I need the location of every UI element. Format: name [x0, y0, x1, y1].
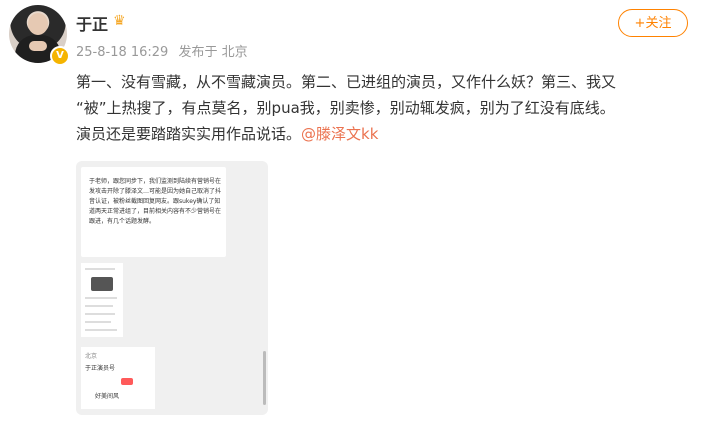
comment-snippet: 北京 于正演员号 好美间风 [81, 347, 155, 409]
verified-v-icon: V [50, 46, 70, 66]
post-time[interactable]: 25-8-18 16:29 [76, 45, 168, 60]
username[interactable]: 于正 [76, 11, 108, 35]
follow-button[interactable]: +关注 [618, 9, 688, 37]
post-text-line: 第一、没有雪藏，从不雪藏演员。第二、已进组的演员，又作什么妖？第三、我又 [76, 73, 617, 91]
thumb-image [91, 277, 113, 291]
chat-card: 于老师，跟您同步下，我们监测到陆续有营销号在发攻击开除了滕泽文…可能是因为她自己… [81, 167, 226, 257]
post-text-line: 演员还是要踏踏实实用作品说话。@滕泽文kk [76, 121, 706, 147]
thumb-line [85, 313, 115, 315]
comment-name: 于正演员号 [85, 365, 116, 372]
thumb-line [85, 321, 111, 323]
thumb-line [85, 329, 117, 331]
post-text-segment: 演员还是要踏踏实实用作品说话。 [76, 125, 302, 143]
post-text: 第一、没有雪藏，从不雪藏演员。第二、已进组的演员，又作什么妖？第三、我又 “被”… [76, 69, 706, 147]
comment-location: 北京 [85, 353, 98, 360]
screenshot-thumbnail [81, 263, 123, 337]
thumb-line [85, 297, 117, 299]
comment-reply: 好美间风 [95, 393, 120, 400]
crown-icon: ♛ [113, 13, 126, 29]
post-image[interactable]: 于老师，跟您同步下，我们监测到陆续有营销号在发攻击开除了滕泽文…可能是因为她自己… [76, 161, 268, 415]
chat-card-text: 于老师，跟您同步下，我们监测到陆续有营销号在发攻击开除了滕泽文…可能是因为她自己… [89, 178, 222, 225]
thumb-line [85, 305, 113, 307]
post-source: 发布于 北京 [178, 45, 248, 60]
thumb-line [85, 268, 115, 270]
avatar-hand [29, 41, 47, 51]
mention-link[interactable]: @滕泽文kk [301, 125, 378, 143]
avatar-face [28, 13, 48, 35]
image-scrollbar [263, 351, 266, 405]
post-text-line: “被”上热搜了，有点莫名，别pua我，别卖惨，别动辄发疯，别为了红没有底线。 [76, 99, 615, 117]
post-meta: 25-8-18 16:29 发布于 北京 [76, 41, 254, 60]
comment-tag [121, 378, 133, 385]
